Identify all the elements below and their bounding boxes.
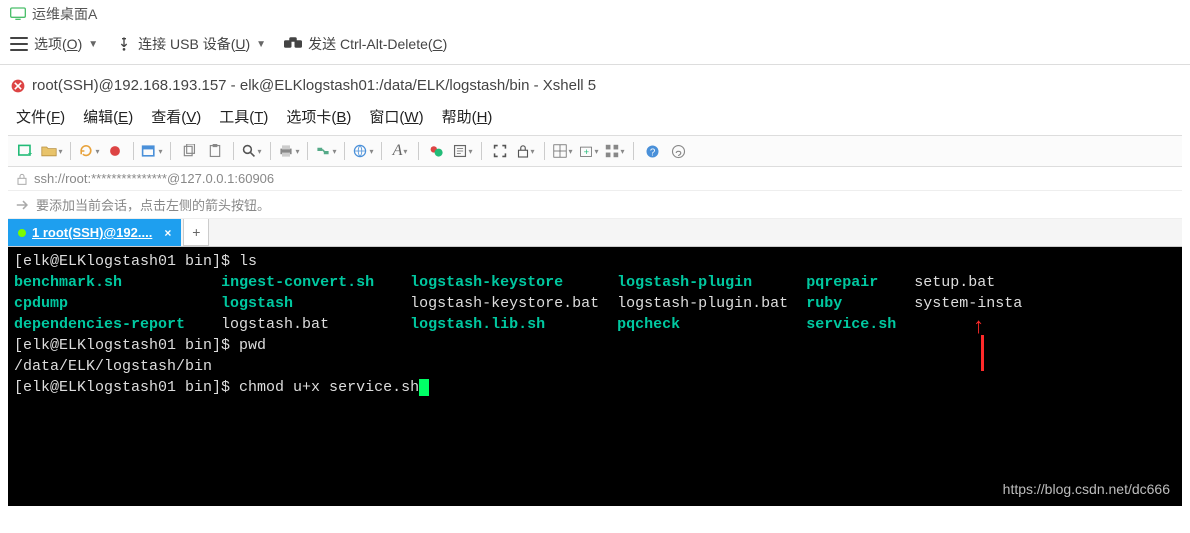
arrow-right-icon xyxy=(16,199,30,211)
about-button[interactable] xyxy=(666,140,690,162)
send-cad-label: 发送 Ctrl-Alt-Delete(C) xyxy=(308,34,447,54)
cursor-icon xyxy=(419,379,429,396)
session-tab-1[interactable]: 1 root(SSH)@192.... × xyxy=(8,219,181,246)
menu-window[interactable]: 窗口(W) xyxy=(369,106,423,127)
connect-usb-menu[interactable]: 连接 USB 设备(U) ▼ xyxy=(116,34,266,54)
xshell-title-text: root(SSH)@192.168.193.157 - elk@ELKlogst… xyxy=(32,77,596,94)
properties-button[interactable]: ▾ xyxy=(140,140,164,162)
tab-strip: 1 root(SSH)@192.... × + xyxy=(8,219,1182,247)
output: /data/ELK/logstash/bin xyxy=(14,358,212,375)
close-tab-icon[interactable]: × xyxy=(164,226,171,240)
command: pwd xyxy=(239,337,266,354)
transfer-button[interactable]: ▾ xyxy=(314,140,338,162)
svg-text:?: ? xyxy=(649,147,655,158)
ls-item: benchmark.sh ingest-convert.sh xyxy=(14,274,410,291)
add-tab-button[interactable]: + xyxy=(183,219,209,246)
globe-button[interactable]: ▾ xyxy=(351,140,375,162)
svg-text:+: + xyxy=(584,147,589,157)
lock-icon xyxy=(16,173,28,185)
add-tab-button[interactable]: +▾ xyxy=(577,140,601,162)
status-dot-icon xyxy=(18,229,26,237)
xshell-icon xyxy=(10,78,26,94)
ls-item: logstash.bat xyxy=(221,316,329,333)
xshell-titlebar: root(SSH)@192.168.193.157 - elk@ELKlogst… xyxy=(8,73,1182,102)
print-button[interactable]: ▾ xyxy=(277,140,301,162)
vm-title-text: 运维桌面A xyxy=(32,4,97,24)
font-button[interactable]: A▾ xyxy=(388,140,412,162)
hint-text: 要添加当前会话，点击左侧的箭头按钮。 xyxy=(36,195,270,214)
paste-button[interactable] xyxy=(203,140,227,162)
options-label: 选项(O) xyxy=(34,34,82,54)
usb-icon xyxy=(116,36,132,52)
toolbar: + ▾ ▾ ▾ ▾ ▾ ▾ ▾ A▾ ▾ ▾ ▾ +▾ ▾ ? xyxy=(8,135,1182,167)
help-button[interactable]: ? xyxy=(640,140,664,162)
ls-item: service.sh xyxy=(806,316,896,333)
send-icon xyxy=(284,37,302,51)
hint-bar: 要添加当前会话，点击左侧的箭头按钮。 xyxy=(8,191,1182,219)
monitor-icon xyxy=(10,7,26,21)
copy-button[interactable] xyxy=(177,140,201,162)
grid-button[interactable]: ▾ xyxy=(603,140,627,162)
color-button[interactable] xyxy=(425,140,449,162)
vm-title-bar: 运维桌面A xyxy=(0,0,1190,28)
terminal[interactable]: [elk@ELKlogstash01 bin]$ ls benchmark.sh… xyxy=(8,247,1182,506)
command: ls xyxy=(239,253,257,270)
ls-item: dependencies-report xyxy=(14,316,185,333)
ls-item: logstash-plugin xyxy=(617,274,752,291)
open-button[interactable]: ▾ xyxy=(40,140,64,162)
ls-item: pqrepair xyxy=(806,274,878,291)
ls-item: logstash-keystore.bat xyxy=(410,295,599,312)
vm-menu-bar: 选项(O) ▼ 连接 USB 设备(U) ▼ 发送 Ctrl-Alt-Delet… xyxy=(0,28,1190,65)
address-text[interactable]: ssh://root:***************@127.0.0.1:609… xyxy=(34,171,274,186)
ls-item: pqcheck xyxy=(617,316,680,333)
menu-tools[interactable]: 工具(T) xyxy=(219,106,268,127)
session-tab-label: 1 root(SSH)@192.... xyxy=(32,225,152,240)
prompt: [elk@ELKlogstash01 bin]$ xyxy=(14,379,239,396)
ls-item: system-insta xyxy=(914,295,1022,312)
xshell-window: root(SSH)@192.168.193.157 - elk@ELKlogst… xyxy=(8,73,1182,506)
chevron-down-icon: ▼ xyxy=(88,39,98,50)
reconnect-button[interactable]: ▾ xyxy=(77,140,101,162)
watermark: https://blog.csdn.net/dc666 xyxy=(1003,479,1170,500)
prompt: [elk@ELKlogstash01 bin]$ xyxy=(14,253,239,270)
fullscreen-button[interactable] xyxy=(488,140,512,162)
menu-tabs[interactable]: 选项卡(B) xyxy=(286,106,351,127)
script-button[interactable]: ▾ xyxy=(451,140,475,162)
prompt: [elk@ELKlogstash01 bin]$ xyxy=(14,337,239,354)
ls-item: cpdump logstash xyxy=(14,295,410,312)
menu-bar: 文件(F) 编辑(E) 查看(V) 工具(T) 选项卡(B) 窗口(W) 帮助(… xyxy=(8,102,1182,135)
send-cad-menu[interactable]: 发送 Ctrl-Alt-Delete(C) xyxy=(284,34,447,54)
ls-item: logstash.lib.sh xyxy=(410,316,545,333)
chevron-down-icon: ▼ xyxy=(256,39,266,50)
svg-text:+: + xyxy=(28,149,33,158)
new-session-button[interactable]: + xyxy=(14,140,38,162)
hamburger-icon xyxy=(10,37,28,51)
layout-button[interactable]: ▾ xyxy=(551,140,575,162)
command: chmod u+x service.sh xyxy=(239,379,419,396)
menu-file[interactable]: 文件(F) xyxy=(16,106,65,127)
find-button[interactable]: ▾ xyxy=(240,140,264,162)
menu-view[interactable]: 查看(V) xyxy=(151,106,201,127)
options-menu[interactable]: 选项(O) ▼ xyxy=(10,34,98,54)
annotation-arrow-stem xyxy=(981,335,984,371)
ls-item: logstash-keystore xyxy=(410,274,563,291)
ls-item: ruby xyxy=(806,295,842,312)
address-bar: ssh://root:***************@127.0.0.1:609… xyxy=(8,167,1182,191)
menu-edit[interactable]: 编辑(E) xyxy=(83,106,133,127)
menu-help[interactable]: 帮助(H) xyxy=(442,106,493,127)
lock-button[interactable]: ▾ xyxy=(514,140,538,162)
disconnect-button[interactable] xyxy=(103,140,127,162)
connect-usb-label: 连接 USB 设备(U) xyxy=(138,34,250,54)
ls-item: setup.bat xyxy=(914,274,995,291)
ls-item: logstash-plugin.bat xyxy=(617,295,788,312)
